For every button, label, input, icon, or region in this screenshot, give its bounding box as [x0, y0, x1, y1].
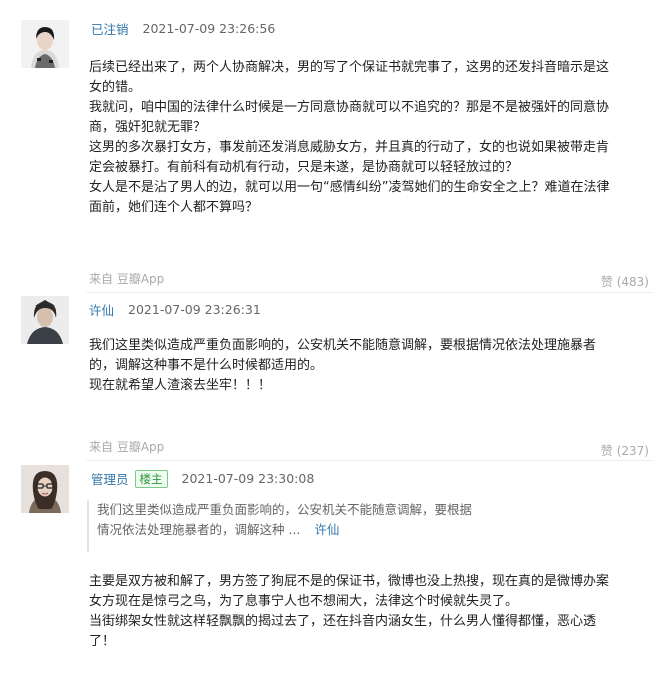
- divider: [86, 460, 652, 461]
- comment-meta: 许仙 2021-07-09 23:26:31: [89, 300, 261, 319]
- comment-line: 的，调解这种事不是什么时候都适用的。: [89, 358, 324, 373]
- author-name[interactable]: 已注销: [91, 19, 129, 38]
- comment-line: 后续已经出来了，两个人协商解决，男的写了个保证书就完事了，这男的还发抖音暗示是这: [89, 60, 610, 75]
- comment-line: 面前，她们连个人都不算吗？: [89, 200, 259, 215]
- comment-line: 女人是不是沾了男人的边，就可以用一句“感情纠纷”凌驾她们的生命安全之上？难道在法…: [89, 180, 610, 195]
- like-button[interactable]: 赞 (483): [601, 273, 649, 290]
- comment-body: 主要是双方被和解了，男方签了狗屁不是的保证书，微博也没上热搜，现在真的是微博办案…: [89, 572, 609, 652]
- comment-line: 女的错。: [89, 80, 142, 95]
- comment-source: 来自 豆瓣App: [89, 438, 164, 455]
- comment-line: 了！: [89, 634, 116, 649]
- avatar[interactable]: [21, 20, 69, 68]
- comment-line: 商，强奸犯就无罪？: [89, 120, 207, 135]
- quote-line-2: 情况依法处理施暴者的，调解这种 ... 许仙: [97, 520, 647, 540]
- source-app[interactable]: 来自 豆瓣App: [89, 440, 164, 454]
- avatar[interactable]: [21, 465, 69, 513]
- comment-source: 来自 豆瓣App: [89, 270, 164, 287]
- comment-meta: 已注销 2021-07-09 23:26:56: [91, 19, 275, 38]
- comment-time: 2021-07-09 23:26:31: [128, 302, 261, 317]
- like-button[interactable]: 赞 (237): [601, 442, 649, 459]
- avatar[interactable]: [21, 296, 69, 344]
- author-name[interactable]: 许仙: [89, 300, 114, 319]
- comment-meta: 管理员 楼主 2021-07-09 23:30:08: [91, 469, 314, 488]
- quote-line: 情况依法处理施暴者的，调解这种 ...: [97, 522, 301, 537]
- comment-line: 我就问，咱中国的法律什么时候是一方同意协商就可以不追究的？那是不是被强奸的同意协: [89, 100, 610, 115]
- quote-line: 我们这里类似造成严重负面影响的，公安机关不能随意调解，要根据: [97, 502, 473, 517]
- comment-body: 后续已经出来了，两个人协商解决，男的写了个保证书就完事了，这男的还发抖音暗示是这…: [89, 58, 609, 218]
- comment-body: 我们这里类似造成严重负面影响的，公安机关不能随意调解，要根据情况依法处理施暴者 …: [89, 336, 596, 396]
- comment-line: 这男的多次暴打女方，事发前还发消息威胁女方，并且真的行动了，女的也说如果被带走肯: [89, 140, 610, 155]
- comment-line: 我们这里类似造成严重负面影响的，公安机关不能随意调解，要根据情况依法处理施暴者: [89, 338, 597, 353]
- author-name[interactable]: 管理员: [91, 469, 129, 488]
- quote-author[interactable]: 许仙: [314, 522, 339, 537]
- comment-line: 定会被暴打。有前科有动机有行动，只是未遂，是协商就可以轻轻放过的？: [89, 160, 519, 175]
- divider: [86, 292, 652, 293]
- comment-line: 主要是双方被和解了，男方签了狗屁不是的保证书，微博也没上热搜，现在真的是微博办案: [89, 574, 610, 589]
- source-app[interactable]: 来自 豆瓣App: [89, 272, 164, 286]
- comment-line: 女方现在是惊弓之鸟，为了息事宁人也不想闹大，法律这个时候就失灵了。: [89, 594, 519, 609]
- comment-line: 现在就希望人渣滚去坐牢！！！: [89, 378, 272, 393]
- comment-time: 2021-07-09 23:26:56: [142, 21, 276, 36]
- op-badge: 楼主: [134, 469, 168, 488]
- quoted-reply: 我们这里类似造成严重负面影响的，公安机关不能随意调解，要根据 情况依法处理施暴者…: [87, 500, 647, 552]
- comment-time: 2021-07-09 23:30:08: [181, 471, 315, 486]
- comment-line: 当街绑架女性就这样轻飘飘的揭过去了，还在抖音内涵女生，什么男人懂得都懂，恶心透: [89, 614, 597, 629]
